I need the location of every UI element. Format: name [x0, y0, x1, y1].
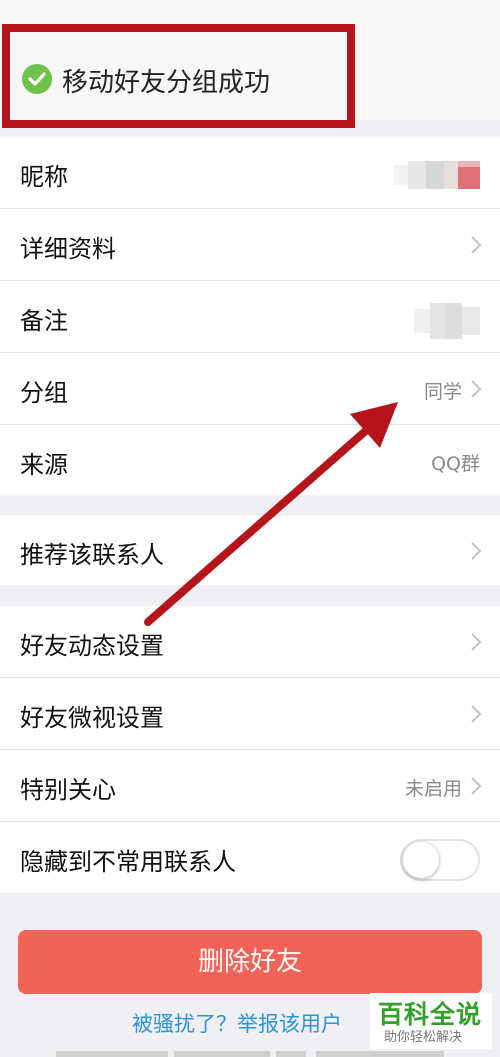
chevron-right-icon	[471, 777, 482, 795]
hide-contact-toggle[interactable]	[400, 839, 480, 881]
row-special-care[interactable]: 特别关心 未启用	[0, 750, 500, 822]
row-feed-settings[interactable]: 好友动态设置	[0, 606, 500, 678]
row-label: 详细资料	[20, 235, 116, 263]
chevron-right-icon	[471, 380, 482, 398]
blurred-remark	[414, 303, 480, 339]
row-details[interactable]: 详细资料	[0, 209, 500, 281]
blurred-nickname	[394, 161, 480, 189]
bottom-edge	[0, 1051, 500, 1057]
row-weishi-settings[interactable]: 好友微视设置	[0, 678, 500, 750]
row-value: QQ群	[431, 453, 480, 475]
settings-list: 好友动态设置 好友微视设置 特别关心 未启用 隐藏到不常用联系人	[0, 606, 500, 893]
row-value: 未启用	[404, 778, 462, 800]
row-label: 特别关心	[20, 776, 116, 804]
report-user-link[interactable]: 被骚扰了？举报该用户	[132, 1008, 342, 1038]
row-recommend[interactable]: 推荐该联系人	[0, 515, 500, 585]
chevron-right-icon	[471, 705, 482, 723]
toast-message: 移动好友分组成功	[62, 68, 271, 98]
row-nickname[interactable]: 昵称	[0, 137, 500, 209]
chevron-right-icon	[471, 236, 482, 254]
check-circle-icon	[22, 64, 52, 94]
row-value: 同学	[423, 381, 462, 403]
row-label: 好友微视设置	[20, 704, 164, 732]
row-label: 推荐该联系人	[20, 541, 164, 569]
watermark-logo: 百科全说 助你轻松解决	[370, 993, 492, 1049]
row-label: 好友动态设置	[20, 632, 164, 660]
chevron-right-icon	[471, 542, 482, 560]
toggle-knob	[403, 842, 439, 878]
watermark-subtitle: 助你轻松解决	[384, 1030, 463, 1045]
row-label: 来源	[20, 451, 68, 479]
row-hide-contact: 隐藏到不常用联系人	[0, 822, 500, 893]
row-group[interactable]: 分组 同学	[0, 353, 500, 425]
delete-friend-button[interactable]: 删除好友	[18, 930, 482, 994]
recommend-list: 推荐该联系人	[0, 515, 500, 585]
row-remark[interactable]: 备注	[0, 281, 500, 353]
row-label: 备注	[20, 307, 68, 335]
row-label: 分组	[20, 379, 68, 407]
chevron-right-icon	[471, 633, 482, 651]
row-label: 隐藏到不常用联系人	[20, 848, 236, 876]
profile-info-list: 昵称 详细资料 备注 分组 同学 来源 QQ群	[0, 137, 500, 495]
row-source: 来源 QQ群	[0, 425, 500, 495]
row-label: 昵称	[20, 163, 68, 191]
success-toast: 移动好友分组成功	[10, 32, 350, 122]
